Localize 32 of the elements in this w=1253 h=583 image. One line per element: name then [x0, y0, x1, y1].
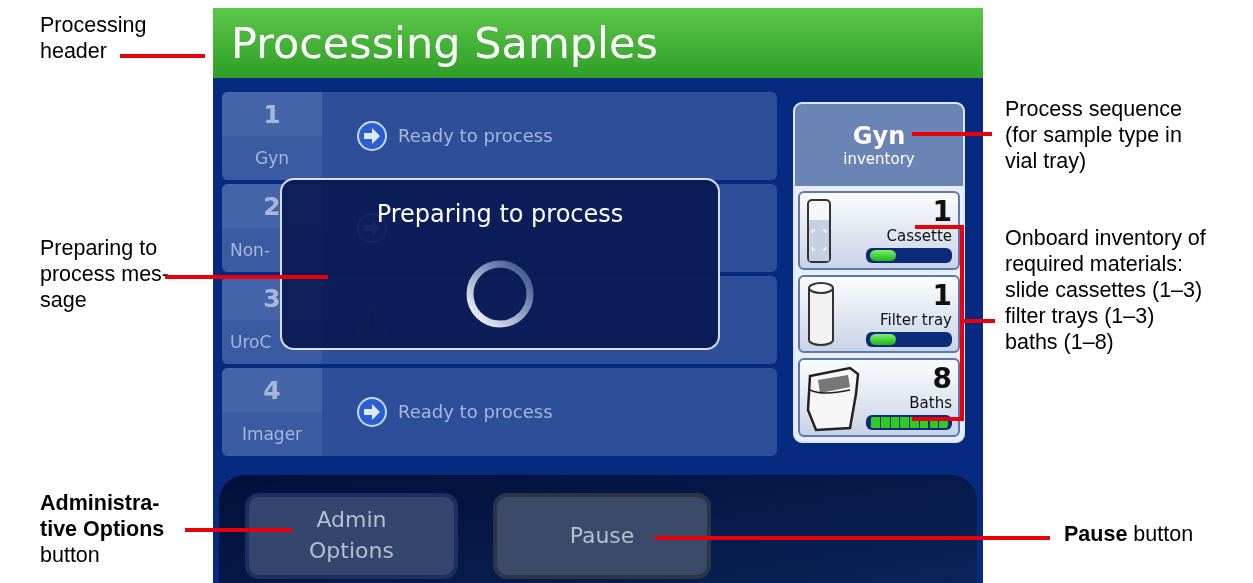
item-count: 1 [932, 198, 952, 227]
screen-title: Processing Samples [231, 18, 658, 68]
annotation-text: Administra- tive Options button [40, 490, 165, 568]
dialog-message: Preparing to process [376, 200, 624, 228]
sample-row[interactable]: 4 Imager Ready to process [222, 368, 777, 456]
annotation-text: Onboard inventory of required materials: slide cassettes (1–3) filter trays (1–3) baths (1–8) [1005, 225, 1206, 355]
sample-type-title: Gyn [852, 122, 906, 151]
annotation-text: Processing header [40, 12, 147, 64]
item-count: 8 [932, 365, 952, 394]
arrow-circle-icon [356, 396, 388, 428]
annotation-text: Pause button [1064, 521, 1194, 547]
annotation-text: Process sequence (for sample type in vial tray) [1005, 96, 1182, 174]
panel-subtitle: inventory [843, 150, 915, 169]
item-count: 1 [932, 281, 952, 310]
item-label: Filter tray [879, 309, 952, 330]
status-text: Ready to process [398, 123, 553, 148]
sample-type: Gyn [254, 147, 290, 170]
sample-row[interactable]: 1 Gyn Ready to process [222, 92, 777, 180]
cylinder-icon [806, 281, 836, 348]
admin-options-button[interactable]: Admin Options [245, 493, 458, 579]
row-number: 1 [222, 92, 322, 136]
sample-type: Imager [240, 423, 304, 446]
annotation-text: Preparing to process mes- sage [40, 235, 170, 313]
cassette-icon [806, 197, 832, 264]
pause-button[interactable]: Pause [493, 493, 711, 579]
item-label: Cassette [886, 226, 952, 247]
row-number: 4 [222, 368, 322, 412]
item-label: Baths [909, 393, 952, 414]
sample-type: UroC [229, 331, 273, 354]
sample-type: Non- [229, 239, 272, 262]
status-text: Ready to process [398, 399, 553, 424]
arrow-circle-icon [356, 120, 388, 152]
